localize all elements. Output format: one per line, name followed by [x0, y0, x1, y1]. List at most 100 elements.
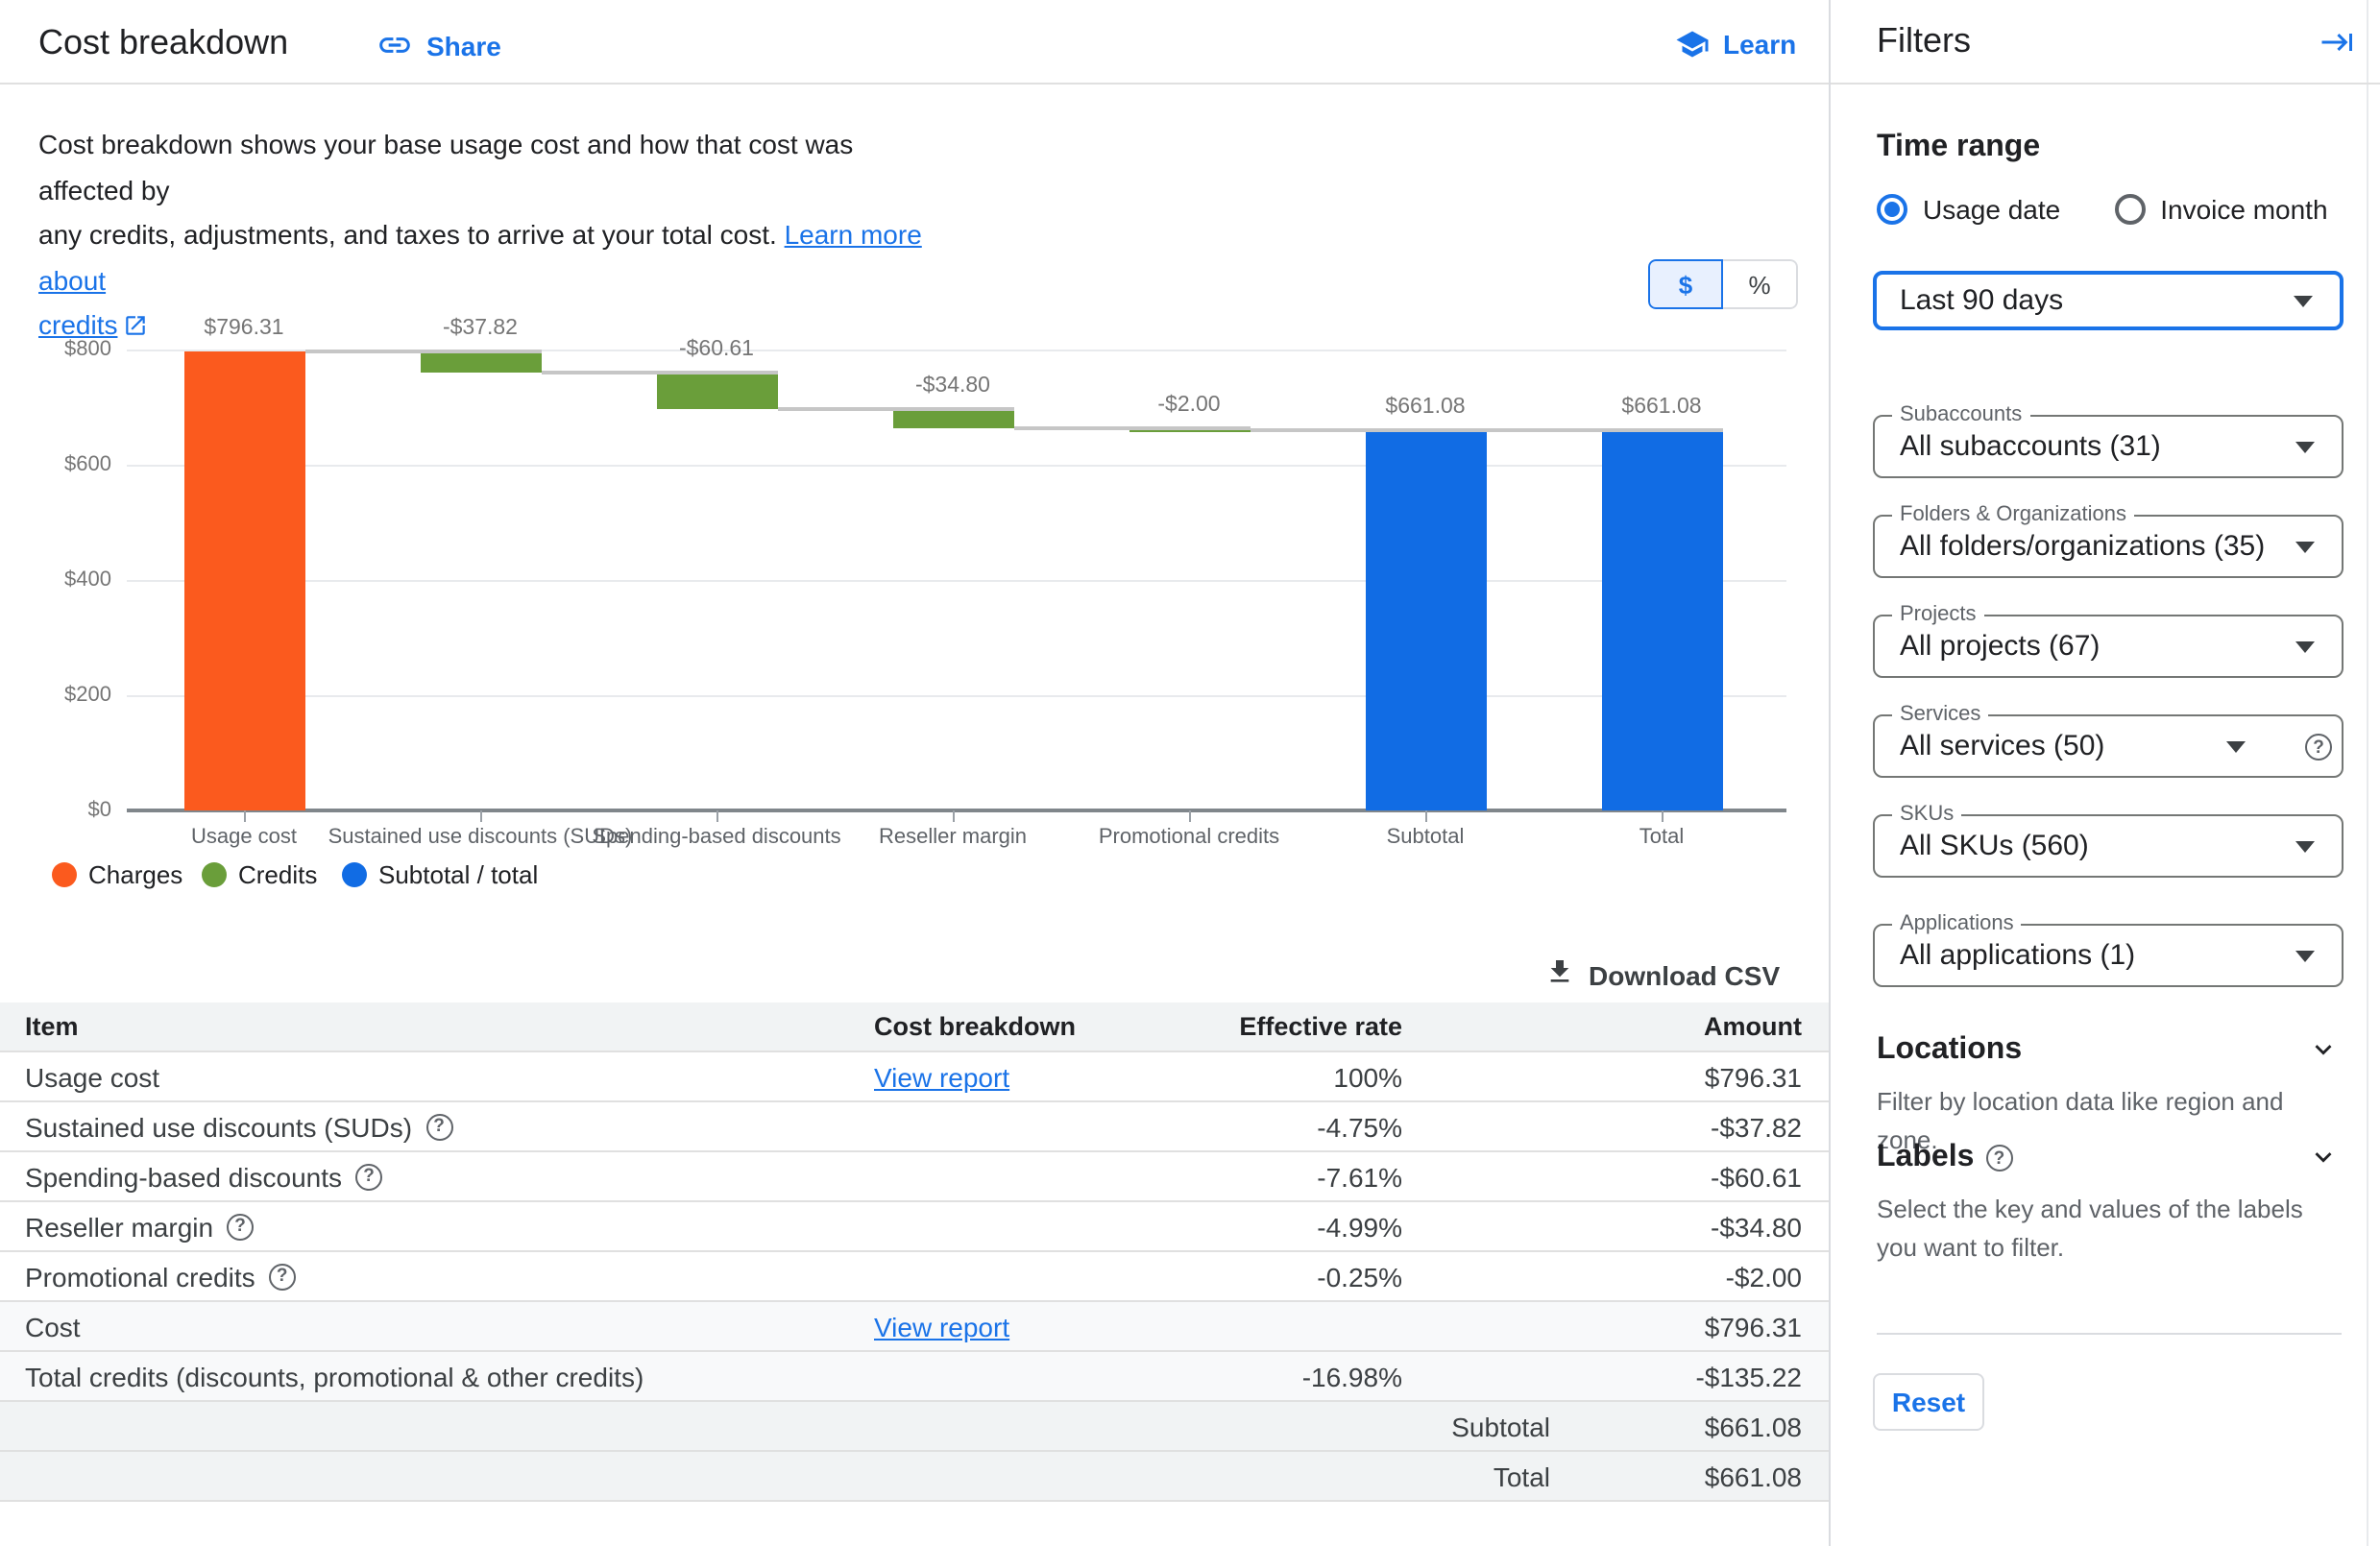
- y-axis-tick-label: $0: [15, 799, 111, 822]
- table-row: Promotional credits? -0.25% -$2.00: [0, 1252, 1829, 1302]
- panel-scrollbar-track[interactable]: [2367, 0, 2368, 1546]
- bar-value-label: $796.31: [138, 317, 350, 340]
- table-row: Total credits (discounts, promotional & …: [0, 1352, 1829, 1402]
- bar-value-label: -$37.82: [375, 317, 586, 340]
- labels-expand-icon[interactable]: [2307, 1141, 2340, 1183]
- help-icon[interactable]: ?: [355, 1163, 382, 1190]
- dropdown-arrow-icon: [2226, 740, 2246, 752]
- amount-value: -$34.80: [1550, 1211, 1802, 1242]
- time-range-select[interactable]: Last 90 days: [1873, 271, 2344, 330]
- legend-label: Charges: [88, 860, 182, 889]
- bar-sustained-use-discounts-suds[interactable]: [420, 351, 541, 374]
- y-axis-tick-label: $800: [15, 338, 111, 361]
- collapse-panel-icon[interactable]: [2320, 25, 2355, 69]
- filters-header: Filters: [1831, 0, 2380, 85]
- x-axis-tick: [480, 810, 482, 822]
- labels-help-icon[interactable]: ?: [1985, 1145, 2012, 1172]
- bar-value-label: -$2.00: [1083, 394, 1295, 417]
- waterfall-connector: [1250, 427, 1486, 431]
- group-label: Total: [1402, 1461, 1550, 1491]
- help-icon[interactable]: ?: [2305, 734, 2332, 761]
- bar-spending-based-discounts[interactable]: [656, 374, 777, 408]
- filter-select-subaccounts[interactable]: Subaccounts All subaccounts (31): [1873, 415, 2344, 478]
- filter-select-label: SKUs: [1892, 803, 1961, 826]
- waterfall-connector: [304, 350, 541, 353]
- amount-value: -$135.22: [1550, 1361, 1802, 1391]
- legend-dot: [52, 862, 77, 887]
- waterfall-connector: [1486, 427, 1722, 431]
- item-label: Promotional credits: [25, 1261, 255, 1292]
- filter-select-projects[interactable]: Projects All projects (67): [1873, 615, 2344, 678]
- view-report-link[interactable]: View report: [874, 1311, 1009, 1341]
- labels-description: Select the key and values of the labels …: [1877, 1191, 2334, 1268]
- help-icon[interactable]: ?: [269, 1263, 296, 1290]
- x-axis-tick: [1662, 810, 1664, 822]
- bar-reseller-margin[interactable]: [892, 408, 1013, 428]
- item-label: Cost: [25, 1311, 81, 1341]
- filter-select-value: All folders/organizations (35): [1900, 530, 2265, 563]
- waterfall-connector: [1013, 426, 1250, 430]
- amount-value: -$37.82: [1550, 1111, 1802, 1142]
- radio-invoice-month[interactable]: [2114, 194, 2145, 225]
- cost-breakdown-page: Cost breakdown Share Learn Cost breakdow…: [0, 0, 2380, 1546]
- filter-select-value: All applications (1): [1900, 939, 2135, 972]
- amount-value: $796.31: [1550, 1311, 1802, 1341]
- gridline: [127, 580, 1786, 582]
- filter-select-value: All SKUs (560): [1900, 830, 2089, 862]
- gridline: [127, 809, 1786, 812]
- filter-select-skus[interactable]: SKUs All SKUs (560): [1873, 814, 2344, 878]
- bar-total[interactable]: [1601, 429, 1722, 810]
- y-axis-tick-label: $600: [15, 453, 111, 476]
- panel-divider: [1877, 1333, 2342, 1335]
- item-label: Sustained use discounts (SUDs): [25, 1111, 412, 1142]
- amount-value: $796.31: [1550, 1061, 1802, 1092]
- locations-expand-icon[interactable]: [2307, 1033, 2340, 1075]
- download-csv-button[interactable]: Download CSV: [1544, 956, 1780, 993]
- table-row: Reseller margin? -4.99% -$34.80: [0, 1202, 1829, 1252]
- table-row: Spending-based discounts? -7.61% -$60.61: [0, 1152, 1829, 1202]
- dropdown-arrow-icon: [2295, 840, 2315, 852]
- filter-select-value: All projects (67): [1900, 630, 2100, 663]
- bar-value-label: $661.08: [1556, 395, 1767, 418]
- amount-value: $661.08: [1550, 1461, 1802, 1491]
- table-row: Subtotal $661.08: [0, 1402, 1829, 1452]
- filter-select-label: Applications: [1892, 912, 2022, 935]
- download-csv-label: Download CSV: [1589, 959, 1780, 990]
- x-axis-tick: [1189, 810, 1191, 822]
- amount-value: -$60.61: [1550, 1161, 1802, 1192]
- col-header-item: Item: [25, 1012, 874, 1041]
- effective-rate-value: -16.98%: [1143, 1361, 1402, 1391]
- reset-filters-button[interactable]: Reset: [1873, 1373, 1984, 1431]
- radio-usage-date[interactable]: [1877, 194, 1907, 225]
- dropdown-arrow-icon: [2294, 295, 2313, 306]
- col-header-cost-breakdown: Cost breakdown: [874, 1012, 1143, 1041]
- help-icon[interactable]: ?: [227, 1213, 254, 1240]
- view-report-link[interactable]: View report: [874, 1061, 1009, 1092]
- cost-breakdown-waterfall-chart: $0$200$400$600$800$796.31Usage cost-$37.…: [0, 0, 1829, 960]
- filter-select-value: All subaccounts (31): [1900, 430, 2161, 463]
- effective-rate-value: -0.25%: [1143, 1261, 1402, 1292]
- y-axis-tick-label: $200: [15, 684, 111, 707]
- filter-select-applications[interactable]: Applications All applications (1): [1873, 924, 2344, 987]
- bar-subtotal[interactable]: [1365, 429, 1486, 810]
- filter-select-label: Folders & Organizations: [1892, 503, 2134, 526]
- amount-value: $661.08: [1550, 1411, 1802, 1441]
- filters-title: Filters: [1877, 21, 1971, 61]
- legend-label: Subtotal / total: [378, 860, 538, 889]
- gridline: [127, 695, 1786, 697]
- x-axis-tick: [716, 810, 718, 822]
- filter-select-folders-organizations[interactable]: Folders & Organizations All folders/orga…: [1873, 515, 2344, 578]
- download-icon: [1544, 956, 1575, 993]
- help-icon[interactable]: ?: [425, 1113, 452, 1140]
- x-axis-category-label: Total: [1489, 826, 1834, 849]
- effective-rate-value: -4.99%: [1143, 1211, 1402, 1242]
- labels-section-header: Labels?: [1877, 1141, 2012, 1175]
- bar-value-label: $661.08: [1320, 395, 1531, 418]
- bar-usage-cost[interactable]: [183, 351, 304, 810]
- filter-select-value: All services (50): [1900, 730, 2104, 762]
- group-label: Subtotal: [1402, 1411, 1550, 1441]
- dropdown-arrow-icon: [2295, 441, 2315, 452]
- legend-dot: [202, 862, 227, 887]
- filter-select-services[interactable]: Services All services (50) ?: [1873, 714, 2344, 778]
- gridline: [127, 465, 1786, 467]
